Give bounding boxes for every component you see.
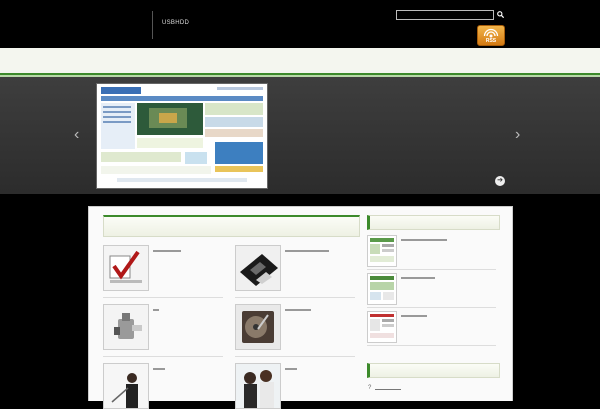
sidebar-thumbnail[interactable] <box>367 273 397 305</box>
web-page-thumb <box>368 236 396 266</box>
usb-drive-image <box>104 305 148 349</box>
slider-next-button[interactable]: › <box>515 127 520 143</box>
hard-drive-image <box>236 305 280 349</box>
post-title-link[interactable] <box>285 250 329 252</box>
header-divider <box>152 11 153 39</box>
web-page-thumb <box>368 312 396 342</box>
sidebar-thumbnail[interactable] <box>367 235 397 267</box>
post-title-link[interactable] <box>285 309 311 311</box>
post-title-link[interactable] <box>153 250 181 252</box>
sidebar-recent-item[interactable] <box>367 235 496 270</box>
post-thumbnail[interactable] <box>103 363 149 409</box>
slider-play-button[interactable]: ➔ <box>495 176 505 186</box>
post-separator <box>235 356 355 357</box>
question-icon: ? <box>368 385 372 391</box>
sidebar-thumbnail[interactable] <box>367 311 397 343</box>
post-thumbnail[interactable] <box>235 245 281 291</box>
presenter-image <box>104 364 148 408</box>
arrow-right-icon: ➔ <box>497 177 503 184</box>
search-button[interactable] <box>496 10 504 18</box>
post-separator <box>103 297 223 298</box>
sidebar-recent-item[interactable] <box>367 273 496 308</box>
office-workers-image <box>236 364 280 408</box>
chevron-left-icon: ‹ <box>74 126 80 143</box>
sidebar-recent-item[interactable] <box>367 311 496 346</box>
rss-label: RSS <box>485 38 497 44</box>
post-separator <box>235 297 355 298</box>
post-title-link[interactable] <box>153 368 165 370</box>
sidebar-separator <box>367 307 496 308</box>
web-page-thumb <box>368 274 396 304</box>
checkmark-image <box>104 246 148 290</box>
featured-slider: ‹ › ➔ <box>0 77 600 194</box>
post-thumbnail[interactable] <box>235 304 281 350</box>
search-input[interactable] <box>396 10 494 20</box>
sidebar-item-title[interactable] <box>401 239 447 241</box>
sidebar-link-text[interactable] <box>375 389 401 390</box>
sidebar-item-title[interactable] <box>401 277 435 279</box>
sidebar-separator <box>367 345 496 346</box>
floppy-disk-image <box>236 246 280 290</box>
sidebar-heading-recent <box>367 215 500 230</box>
chevron-right-icon: › <box>515 126 521 143</box>
site-header: USBHDD RSS <box>0 0 600 48</box>
slider-prev-button[interactable]: ‹ <box>74 127 79 143</box>
sidebar-item-title[interactable] <box>401 315 427 317</box>
post-title-link[interactable] <box>285 368 297 370</box>
sidebar-separator <box>367 269 496 270</box>
site-tagline: USBHDD <box>162 20 190 26</box>
sidebar-heading-links <box>367 363 500 378</box>
navigation-bar <box>0 48 600 73</box>
post-thumbnail[interactable] <box>235 363 281 409</box>
website-screenshot-image <box>97 84 267 188</box>
main-section-heading <box>103 215 360 237</box>
post-separator <box>103 356 223 357</box>
main-content-area: ? <box>88 206 513 409</box>
post-thumbnail[interactable] <box>103 245 149 291</box>
sidebar-link[interactable]: ? <box>367 385 497 393</box>
post-thumbnail[interactable] <box>103 304 149 350</box>
rss-feed-button[interactable]: RSS <box>477 25 505 46</box>
search-icon <box>496 10 504 18</box>
post-title-link[interactable] <box>153 309 159 311</box>
slide-image[interactable] <box>96 83 268 189</box>
